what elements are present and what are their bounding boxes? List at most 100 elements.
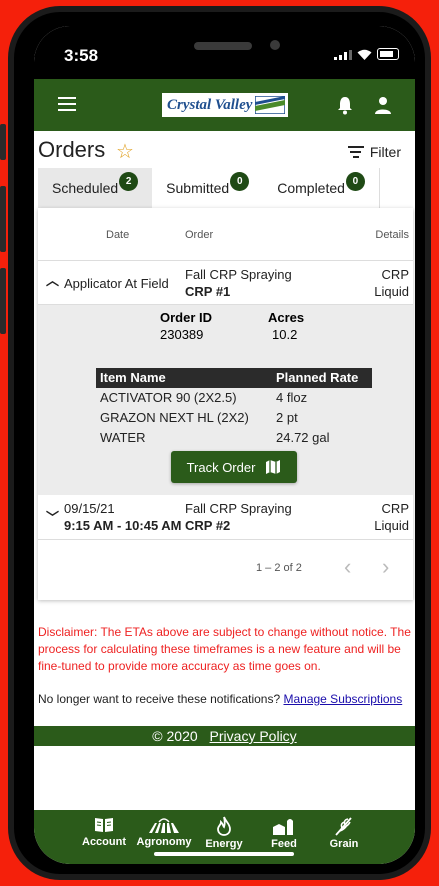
next-page-button[interactable]: › <box>382 554 389 580</box>
prev-page-button[interactable]: ‹ <box>344 554 351 580</box>
nav-label: Account <box>82 836 126 848</box>
app-screen: 3:58 Crystal Valley Orders ☆ Filter Sche… <box>34 26 415 864</box>
order-code: CRP #1 <box>185 284 231 299</box>
notification-text: No longer want to receive these notifica… <box>38 692 281 706</box>
item-name: WATER <box>100 430 146 445</box>
nav-grain[interactable]: Grain <box>314 816 374 850</box>
brand-logo[interactable]: Crystal Valley <box>160 91 290 119</box>
book-icon <box>95 818 113 832</box>
acres-label: Acres <box>268 310 305 325</box>
wheat-icon <box>335 817 352 836</box>
tab-submitted[interactable]: Submitted 0 <box>152 168 263 208</box>
column-details: Details <box>375 229 409 241</box>
items-table: Item Name Planned Rate ACTIVATOR 90 (2X2… <box>96 368 372 448</box>
flag-logo-icon <box>255 96 285 114</box>
item-rate: 24.72 gal <box>276 430 330 445</box>
field-icon <box>149 818 179 833</box>
count-badge: 0 <box>345 171 365 191</box>
chevron-down-icon[interactable]: ﹀ <box>46 507 59 526</box>
tab-label: Scheduled <box>52 180 119 196</box>
brand-name: Crystal Valley <box>167 96 253 113</box>
item-rate: 2 pt <box>276 410 298 425</box>
map-icon <box>266 460 281 474</box>
menu-icon[interactable] <box>58 97 76 111</box>
order-detail-type: CRP <box>381 501 409 516</box>
order-tabs: Scheduled 2 Submitted 0 Completed 0 <box>38 168 380 208</box>
order-id-value: 230389 <box>160 327 204 342</box>
table-row[interactable]: ﹀ 09/15/21 9:15 AM - 10:45 AM Fall CRP S… <box>38 495 413 540</box>
title-row: Orders ☆ Filter <box>34 131 415 169</box>
home-indicator <box>154 852 294 856</box>
speaker <box>194 42 252 50</box>
privacy-policy-link[interactable]: Privacy Policy <box>210 728 297 744</box>
signal-icon <box>334 50 352 60</box>
tab-completed[interactable]: Completed 0 <box>263 168 380 208</box>
page-title: Orders <box>38 137 106 162</box>
status-bar: 3:58 <box>34 26 415 79</box>
wifi-icon <box>357 49 372 60</box>
order-id-label: Order ID <box>160 310 213 325</box>
order-detail-form: Liquid <box>374 284 409 299</box>
footer: © 2020 Privacy Policy <box>34 726 415 746</box>
count-badge: 0 <box>230 171 250 191</box>
table-header: Date Order Details <box>38 208 413 261</box>
status-time: 3:58 <box>64 46 99 65</box>
nav-feed[interactable]: Feed <box>254 816 314 850</box>
item-name-header: Item Name <box>100 370 166 385</box>
nav-label: Feed <box>271 838 297 850</box>
filter-button[interactable]: Filter <box>347 143 401 161</box>
order-detail-panel: Order ID 230389 Acres 10.2 Item Name Pla… <box>38 305 413 495</box>
column-date: Date <box>106 229 130 241</box>
track-order-label: Track Order <box>186 459 256 475</box>
star-icon[interactable]: ☆ <box>116 139 134 164</box>
order-time: 9:15 AM - 10:45 AM <box>64 518 182 533</box>
item-row: GRAZON NEXT HL (2X2) 2 pt <box>96 408 372 428</box>
volume-down-button <box>0 268 6 334</box>
nav-label: Agronomy <box>136 836 192 848</box>
tab-label: Submitted <box>166 180 230 196</box>
pagination-range: 1 – 2 of 2 <box>256 562 302 574</box>
eta-disclaimer: Disclaimer: The ETAs above are subject t… <box>38 625 411 673</box>
account-icon[interactable] <box>374 95 392 115</box>
planned-rate-header: Planned Rate <box>276 370 359 385</box>
count-badge: 2 <box>119 171 139 191</box>
battery-icon <box>377 48 399 60</box>
items-header: Item Name Planned Rate <box>96 368 372 388</box>
order-status: Applicator At Field <box>64 276 169 291</box>
nav-energy[interactable]: Energy <box>194 816 254 850</box>
status-icons <box>334 48 399 60</box>
order-title: Fall CRP Spraying <box>185 267 292 282</box>
volume-up-button <box>0 186 6 252</box>
notification-notice: No longer want to receive these notifica… <box>38 691 414 708</box>
item-name: ACTIVATOR 90 (2X2.5) <box>100 390 237 405</box>
pagination: 1 – 2 of 2 ‹ › <box>38 542 413 600</box>
tab-scheduled[interactable]: Scheduled 2 <box>38 168 153 208</box>
nav-account[interactable]: Account <box>74 816 134 848</box>
order-detail-type: CRP <box>381 267 409 282</box>
track-order-button[interactable]: Track Order <box>171 451 297 483</box>
bell-icon[interactable] <box>336 95 354 115</box>
orders-table: Date Order Details ︿ Applicator At Field… <box>38 208 413 600</box>
order-code: CRP #2 <box>185 518 231 533</box>
acres-value: 10.2 <box>272 327 298 342</box>
flame-icon <box>217 816 231 836</box>
table-row[interactable]: ︿ Applicator At Field Fall CRP Spraying … <box>38 260 413 305</box>
item-rate: 4 floz <box>276 390 308 405</box>
tab-label: Completed <box>277 180 345 196</box>
manage-subscriptions-link[interactable]: Manage Subscriptions <box>283 692 402 706</box>
chevron-up-icon[interactable]: ︿ <box>46 270 59 289</box>
item-name: GRAZON NEXT HL (2X2) <box>100 410 249 425</box>
barn-icon <box>273 819 293 835</box>
order-title: Fall CRP Spraying <box>185 501 292 516</box>
item-row: ACTIVATOR 90 (2X2.5) 4 floz <box>96 388 372 408</box>
mute-switch <box>0 124 6 160</box>
column-order: Order <box>185 229 214 241</box>
order-date: 09/15/21 <box>64 501 115 516</box>
order-detail-form: Liquid <box>374 518 409 533</box>
nav-label: Energy <box>205 838 243 850</box>
item-row: WATER 24.72 gal <box>96 428 372 448</box>
nav-agronomy[interactable]: Agronomy <box>134 816 194 848</box>
filter-icon <box>347 143 364 161</box>
nav-label: Grain <box>329 838 359 850</box>
app-bar: Crystal Valley <box>34 79 415 131</box>
